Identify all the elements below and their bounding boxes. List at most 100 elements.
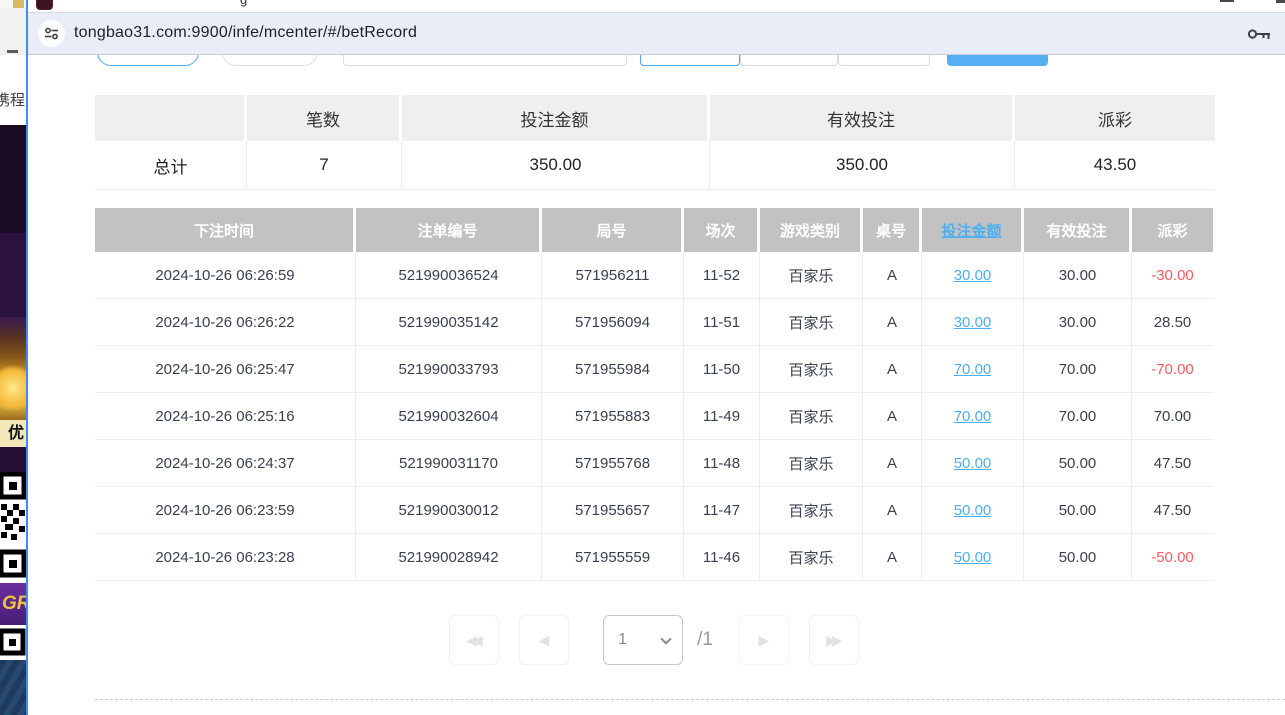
background-window-strip: 携程 优 GR bbox=[0, 0, 26, 715]
table-row: 2024-10-26 06:24:37 521990031170 5719557… bbox=[95, 440, 1213, 487]
order-id-cell: 521990030012 bbox=[356, 487, 542, 534]
bg-strip-light-fragment bbox=[0, 8, 26, 55]
close-icon[interactable] bbox=[1276, 0, 1285, 3]
filter-select-2[interactable] bbox=[838, 55, 930, 66]
bet-amount-link[interactable]: 50.00 bbox=[922, 440, 1024, 487]
browser-window: g tongbao31.com:9900/infe/mcenter/#/betR… bbox=[26, 0, 1285, 715]
tune-icon bbox=[44, 26, 59, 41]
bet-time-cell: 2024-10-26 06:23:59 bbox=[95, 487, 356, 534]
session-cell: 11-46 bbox=[684, 534, 760, 581]
bg-dark-band-1 bbox=[0, 125, 26, 233]
key-icon bbox=[1247, 25, 1271, 43]
header-order-id: 注单编号 bbox=[356, 208, 542, 252]
url-text[interactable]: tongbao31.com:9900/infe/mcenter/#/betRec… bbox=[74, 24, 417, 42]
bet-amount-link[interactable]: 70.00 bbox=[922, 346, 1024, 393]
valid-bet-cell: 50.00 bbox=[1024, 440, 1132, 487]
bet-amount-link[interactable]: 30.00 bbox=[922, 299, 1024, 346]
summary-header-bet-amount: 投注金额 bbox=[402, 95, 710, 141]
page-select[interactable]: 1 bbox=[603, 615, 683, 665]
header-round-id: 局号 bbox=[542, 208, 684, 252]
filter-text-input[interactable] bbox=[343, 55, 627, 66]
header-bet-amount: 投注金额 bbox=[922, 208, 1024, 252]
tab-title-fragment: g bbox=[240, 0, 247, 7]
round-id-cell: 571955768 bbox=[542, 440, 684, 487]
bg-navy-band bbox=[0, 660, 26, 715]
table-no-cell: A bbox=[863, 252, 922, 299]
chevron-down-icon bbox=[660, 633, 671, 644]
round-id-cell: 571955657 bbox=[542, 487, 684, 534]
table-row: 2024-10-26 06:25:16 521990032604 5719558… bbox=[95, 393, 1213, 440]
filter-tab-active-button[interactable] bbox=[97, 55, 199, 66]
session-cell: 11-48 bbox=[684, 440, 760, 487]
screen: 携程 优 GR bbox=[0, 0, 1285, 715]
summary-bet-amount-value: 350.00 bbox=[402, 141, 710, 190]
pagination-prev-button[interactable]: ◀ bbox=[519, 615, 569, 665]
qr-code-fragment-bottom bbox=[0, 625, 26, 660]
summary-header-empty bbox=[95, 95, 247, 141]
round-id-cell: 571956094 bbox=[542, 299, 684, 346]
pagination-first-button[interactable]: ◀◀ bbox=[449, 615, 499, 665]
pagination: ◀◀ ◀ 1 /1 ▶ ▶▶ bbox=[95, 615, 1213, 665]
summary-valid-bet-value: 350.00 bbox=[710, 141, 1015, 190]
game-type-cell: 百家乐 bbox=[760, 534, 863, 581]
bg-strip-toolbar-fragment bbox=[0, 0, 26, 8]
bet-time-cell: 2024-10-26 06:26:59 bbox=[95, 252, 356, 299]
maximize-icon[interactable] bbox=[1220, 0, 1234, 2]
order-id-cell: 521990035142 bbox=[356, 299, 542, 346]
filter-select-1[interactable] bbox=[740, 55, 838, 66]
page-select-value: 1 bbox=[618, 631, 627, 649]
session-cell: 11-50 bbox=[684, 346, 760, 393]
bet-amount-link[interactable]: 30.00 bbox=[922, 252, 1024, 299]
filter-tab-button[interactable] bbox=[222, 55, 318, 66]
table-no-cell: A bbox=[863, 487, 922, 534]
header-session: 场次 bbox=[684, 208, 760, 252]
game-type-cell: 百家乐 bbox=[760, 440, 863, 487]
search-button[interactable] bbox=[947, 55, 1048, 66]
dashed-separator bbox=[95, 699, 1285, 700]
bg-strip-white-fragment: 携程 bbox=[0, 55, 26, 125]
table-no-cell: A bbox=[863, 346, 922, 393]
coupon-label: 优 bbox=[0, 420, 26, 447]
summary-header-row: 笔数 投注金额 有效投注 派彩 bbox=[95, 95, 1215, 141]
header-valid-bet: 有效投注 bbox=[1024, 208, 1132, 252]
tab-favicon-icon bbox=[36, 0, 53, 10]
table-row: 2024-10-26 06:26:59 521990036524 5719562… bbox=[95, 252, 1213, 299]
bet-amount-link[interactable]: 50.00 bbox=[922, 487, 1024, 534]
bet-time-cell: 2024-10-26 06:25:47 bbox=[95, 346, 356, 393]
summary-count-value: 7 bbox=[247, 141, 402, 190]
session-cell: 11-52 bbox=[684, 252, 760, 299]
table-row: 2024-10-26 06:23:28 521990028942 5719555… bbox=[95, 534, 1213, 581]
game-type-cell: 百家乐 bbox=[760, 487, 863, 534]
filter-select-active[interactable] bbox=[640, 55, 740, 66]
valid-bet-cell: 30.00 bbox=[1024, 299, 1132, 346]
bg-yellow-fragment bbox=[13, 0, 24, 8]
bet-time-cell: 2024-10-26 06:24:37 bbox=[95, 440, 356, 487]
header-payout: 派彩 bbox=[1132, 208, 1213, 252]
gold-coin-glow bbox=[0, 365, 26, 411]
game-type-cell: 百家乐 bbox=[760, 346, 863, 393]
browser-tab-bar[interactable]: g bbox=[28, 0, 1285, 12]
session-cell: 11-51 bbox=[684, 299, 760, 346]
order-id-cell: 521990032604 bbox=[356, 393, 542, 440]
bg-dark-band-2 bbox=[0, 233, 26, 317]
pagination-last-button[interactable]: ▶▶ bbox=[809, 615, 859, 665]
round-id-cell: 571956211 bbox=[542, 252, 684, 299]
password-key-button[interactable] bbox=[1247, 23, 1271, 45]
bet-amount-link[interactable]: 50.00 bbox=[922, 534, 1024, 581]
address-bar[interactable]: tongbao31.com:9900/infe/mcenter/#/betRec… bbox=[28, 12, 1285, 55]
valid-bet-cell: 70.00 bbox=[1024, 346, 1132, 393]
table-row: 2024-10-26 06:25:47 521990033793 5719559… bbox=[95, 346, 1213, 393]
bet-amount-link[interactable]: 70.00 bbox=[922, 393, 1024, 440]
brand-label: GR bbox=[0, 583, 26, 625]
table-no-cell: A bbox=[863, 440, 922, 487]
table-no-cell: A bbox=[863, 534, 922, 581]
total-pages-label: /1 bbox=[697, 629, 713, 651]
pagination-next-button[interactable]: ▶ bbox=[739, 615, 789, 665]
ctrip-label: 携程 bbox=[0, 89, 25, 110]
site-info-button[interactable] bbox=[38, 20, 65, 47]
summary-table: 笔数 投注金额 有效投注 派彩 总计 7 350.00 350.00 43.50 bbox=[95, 95, 1215, 190]
bet-time-cell: 2024-10-26 06:23:28 bbox=[95, 534, 356, 581]
payout-cell: 28.50 bbox=[1132, 299, 1213, 346]
header-table-no: 桌号 bbox=[863, 208, 922, 252]
bg-dark-band-3 bbox=[0, 447, 26, 472]
